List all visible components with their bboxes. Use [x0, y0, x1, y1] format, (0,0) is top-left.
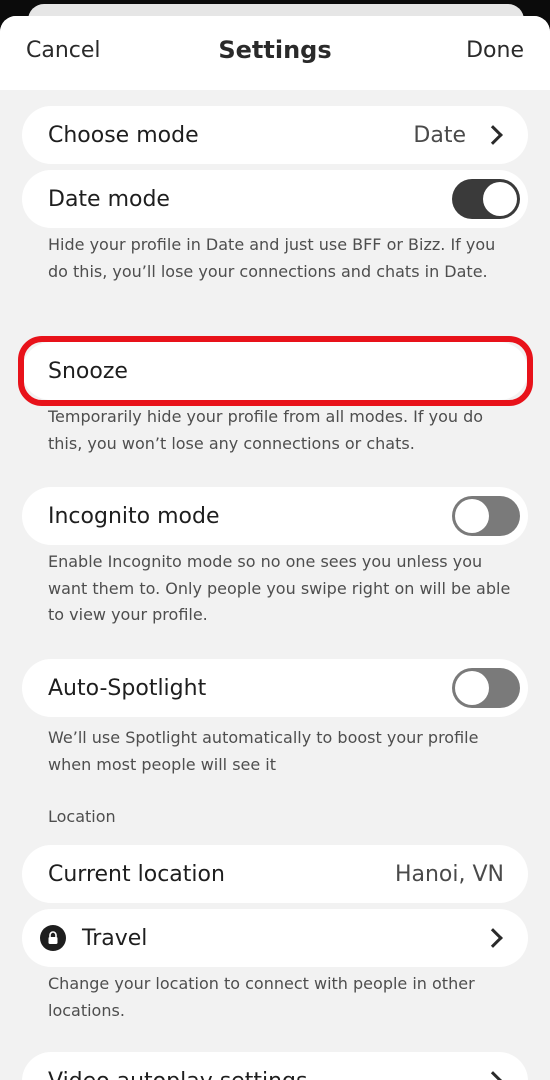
incognito-toggle[interactable] [452, 496, 520, 536]
current-location-label: Current location [48, 861, 225, 887]
snooze-row[interactable]: Snooze [22, 342, 528, 400]
video-autoplay-label: Video autoplay settings [48, 1069, 466, 1080]
video-autoplay-row[interactable]: Video autoplay settings [22, 1052, 528, 1080]
date-mode-toggle[interactable] [452, 179, 520, 219]
travel-row[interactable]: Travel [22, 909, 528, 967]
chevron-right-icon [483, 125, 503, 145]
choose-mode-label: Choose mode [48, 122, 199, 148]
date-mode-row: Date mode [22, 170, 528, 228]
toggle-knob [483, 182, 517, 216]
snooze-description: Temporarily hide your profile from all m… [48, 407, 484, 453]
travel-label: Travel [82, 925, 148, 951]
done-button[interactable]: Done [466, 38, 524, 63]
chevron-right-icon [483, 928, 503, 948]
date-mode-description: Hide your profile in Date and just use B… [48, 235, 496, 281]
settings-sheet: Cancel Settings Done Choose mode Date Da… [0, 16, 550, 1080]
auto-spotlight-row: Auto-Spotlight [22, 659, 528, 717]
travel-description: Change your location to connect with peo… [48, 974, 475, 1020]
auto-spotlight-label: Auto-Spotlight [48, 675, 207, 701]
choose-mode-row[interactable]: Choose mode Date [22, 106, 528, 164]
nav-bar: Cancel Settings Done [0, 16, 550, 90]
auto-spotlight-toggle[interactable] [452, 668, 520, 708]
incognito-row: Incognito mode [22, 487, 528, 545]
current-location-row[interactable]: Current location Hanoi, VN [22, 845, 528, 903]
date-mode-label: Date mode [48, 186, 170, 212]
settings-list: Choose mode Date Date mode Hide your pro… [0, 90, 550, 1080]
lock-icon [40, 925, 66, 951]
incognito-label: Incognito mode [48, 503, 220, 529]
toggle-knob [455, 671, 489, 705]
location-section-label: Location [48, 807, 116, 826]
toggle-knob [455, 499, 489, 533]
current-location-value: Hanoi, VN [394, 861, 504, 887]
choose-mode-value: Date [413, 122, 466, 148]
incognito-description: Enable Incognito mode so no one sees you… [48, 552, 511, 624]
auto-spotlight-description: We’ll use Spotlight automatically to boo… [48, 728, 479, 774]
snooze-label: Snooze [48, 358, 128, 384]
chevron-right-icon [483, 1071, 503, 1080]
